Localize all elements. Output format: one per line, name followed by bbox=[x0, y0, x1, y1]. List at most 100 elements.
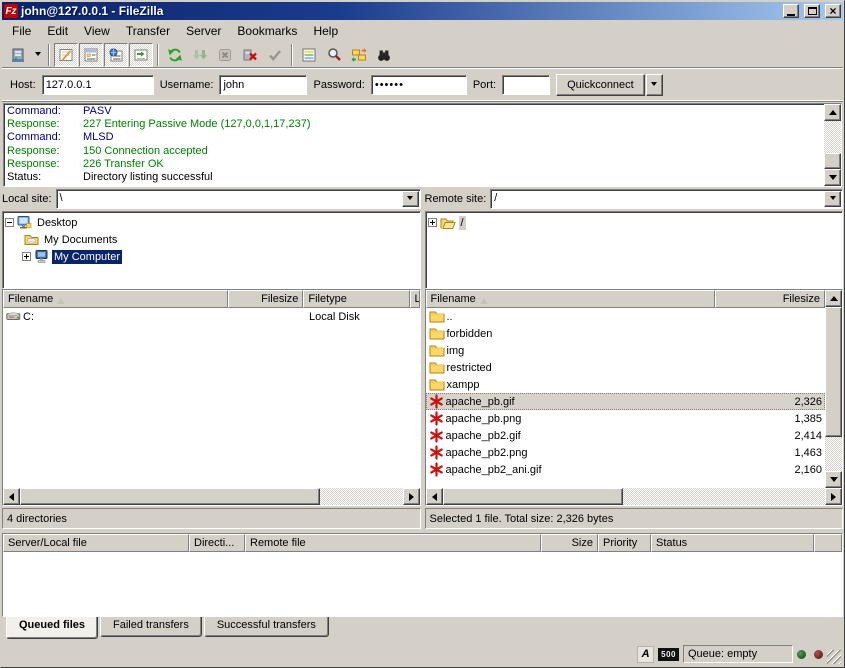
file-row[interactable]: xampp bbox=[426, 376, 826, 393]
log-vertical-scrollbar[interactable] bbox=[824, 104, 841, 186]
site-manager-button[interactable] bbox=[6, 43, 30, 67]
refresh-button[interactable] bbox=[163, 43, 187, 67]
password-input[interactable] bbox=[371, 75, 467, 95]
expand-box-icon[interactable] bbox=[428, 218, 437, 227]
scrollbar-thumb[interactable] bbox=[824, 153, 841, 169]
file-row[interactable]: apache_pb2.gif 2,414 bbox=[426, 427, 826, 444]
file-row[interactable]: .. bbox=[426, 308, 826, 325]
collapse-box-icon[interactable] bbox=[5, 218, 14, 227]
quickconnect-bar: Host: Username: Password: Port: Quickcon… bbox=[2, 69, 843, 102]
log-line: Response:150 Connection accepted bbox=[7, 145, 824, 158]
file-row[interactable]: apache_pb2.png 1,463 bbox=[426, 444, 826, 461]
toggle-message-log-button[interactable] bbox=[54, 43, 78, 67]
site-manager-dropdown[interactable] bbox=[31, 43, 44, 67]
username-input[interactable] bbox=[219, 75, 307, 95]
scrollbar-track[interactable] bbox=[20, 488, 403, 505]
menu-transfer[interactable]: Transfer bbox=[118, 21, 178, 41]
column-header-filename[interactable]: Filename bbox=[426, 290, 715, 308]
quickconnect-button[interactable]: Quickconnect bbox=[556, 74, 645, 96]
menu-server[interactable]: Server bbox=[178, 21, 229, 41]
scroll-right-button[interactable] bbox=[403, 488, 420, 505]
tree-label-selected: My Computer bbox=[52, 250, 122, 264]
scroll-up-button[interactable] bbox=[824, 104, 841, 121]
scroll-down-button[interactable] bbox=[825, 471, 842, 488]
column-header-status[interactable]: Status bbox=[651, 534, 814, 552]
scrollbar-thumb[interactable] bbox=[443, 488, 623, 505]
sort-ascending-icon bbox=[57, 294, 65, 304]
synchronized-browsing-button[interactable] bbox=[347, 43, 371, 67]
scrollbar-track[interactable] bbox=[825, 307, 842, 471]
tab-successful-transfers[interactable]: Successful transfers bbox=[204, 617, 329, 637]
scroll-left-button[interactable] bbox=[426, 488, 443, 505]
tree-item-my-computer[interactable]: My Computer bbox=[5, 248, 420, 265]
scrollbar-track[interactable] bbox=[443, 488, 826, 505]
reconnect-button[interactable] bbox=[263, 43, 287, 67]
toggle-remote-tree-button[interactable] bbox=[104, 43, 128, 67]
arrow-up-icon bbox=[830, 292, 838, 301]
quickconnect-dropdown[interactable] bbox=[646, 74, 663, 96]
column-header-filename[interactable]: Filename bbox=[3, 290, 228, 308]
scrollbar-track[interactable] bbox=[824, 121, 841, 169]
local-site-combo[interactable]: \ bbox=[56, 189, 421, 209]
file-row[interactable]: img bbox=[426, 342, 826, 359]
menu-view[interactable]: View bbox=[76, 21, 118, 41]
file-row[interactable]: forbidden bbox=[426, 325, 826, 342]
toggle-local-tree-button[interactable] bbox=[79, 43, 103, 67]
column-header-size[interactable]: Size bbox=[541, 534, 598, 552]
expand-box-icon[interactable] bbox=[22, 252, 31, 261]
find-files-button[interactable] bbox=[372, 43, 396, 67]
file-row[interactable]: apache_pb.png 1,385 bbox=[426, 410, 826, 427]
remote-list-vscrollbar[interactable] bbox=[825, 290, 842, 488]
file-row-selected[interactable]: apache_pb.gif 2,326 bbox=[426, 393, 826, 410]
disconnect-button[interactable] bbox=[238, 43, 262, 67]
resize-grip[interactable] bbox=[827, 650, 841, 664]
column-header-filetype[interactable]: Filetype bbox=[303, 290, 409, 308]
scroll-right-button[interactable] bbox=[825, 488, 842, 505]
file-row[interactable]: restricted bbox=[426, 359, 826, 376]
titlebar: Fz john@127.0.0.1 - FileZilla × bbox=[2, 2, 843, 20]
close-button[interactable]: × bbox=[825, 4, 841, 18]
scroll-down-button[interactable] bbox=[824, 169, 841, 186]
file-row-c-drive[interactable]: C: Local Disk bbox=[3, 308, 420, 325]
menu-help[interactable]: Help bbox=[305, 21, 346, 41]
minimize-icon bbox=[787, 14, 795, 16]
column-header-priority[interactable]: Priority bbox=[598, 534, 651, 552]
scrollbar-thumb[interactable] bbox=[20, 488, 320, 505]
process-queue-button[interactable] bbox=[188, 43, 212, 67]
remote-site-bar: Remote site: / bbox=[425, 189, 844, 211]
menu-bookmarks[interactable]: Bookmarks bbox=[229, 21, 305, 41]
column-header-server-local-file[interactable]: Server/Local file bbox=[3, 534, 189, 552]
toggle-queue-button[interactable] bbox=[129, 43, 153, 67]
cancel-operation-button[interactable] bbox=[213, 43, 237, 67]
menu-file[interactable]: File bbox=[4, 21, 39, 41]
scroll-up-button[interactable] bbox=[825, 290, 842, 307]
column-header-direction[interactable]: Directi... bbox=[189, 534, 245, 552]
log-line: Command:MLSD bbox=[7, 131, 824, 144]
remote-site-combo-dropdown[interactable] bbox=[824, 191, 841, 207]
menu-edit[interactable]: Edit bbox=[39, 21, 76, 41]
maximize-button[interactable] bbox=[804, 4, 820, 18]
tab-queued-files[interactable]: Queued files bbox=[6, 617, 98, 639]
file-row[interactable]: apache_pb2_ani.gif 2,160 bbox=[426, 461, 826, 478]
remote-list-hscrollbar[interactable] bbox=[426, 488, 843, 505]
host-label: Host: bbox=[10, 79, 36, 91]
remote-site-combo[interactable]: / bbox=[490, 189, 843, 209]
minimize-button[interactable] bbox=[783, 4, 799, 18]
host-input[interactable] bbox=[42, 75, 154, 95]
filename-filters-button[interactable] bbox=[322, 43, 346, 67]
directory-comparison-button[interactable] bbox=[297, 43, 321, 67]
tree-item-root[interactable]: / bbox=[428, 214, 843, 231]
port-input[interactable] bbox=[502, 75, 550, 95]
scrollbar-thumb[interactable] bbox=[825, 307, 842, 437]
maximize-icon bbox=[808, 7, 817, 15]
tree-item-desktop[interactable]: Desktop bbox=[5, 214, 420, 231]
tree-item-my-documents[interactable]: My Documents bbox=[5, 231, 420, 248]
local-site-combo-dropdown[interactable] bbox=[402, 191, 419, 207]
column-header-filesize[interactable]: Filesize bbox=[228, 290, 303, 308]
local-list-hscrollbar[interactable] bbox=[3, 488, 420, 505]
column-header-filesize[interactable]: Filesize bbox=[715, 290, 826, 308]
column-header-lastmodified[interactable]: L bbox=[410, 290, 420, 308]
column-header-remote-file[interactable]: Remote file bbox=[245, 534, 541, 552]
tab-failed-transfers[interactable]: Failed transfers bbox=[100, 617, 202, 637]
scroll-left-button[interactable] bbox=[3, 488, 20, 505]
